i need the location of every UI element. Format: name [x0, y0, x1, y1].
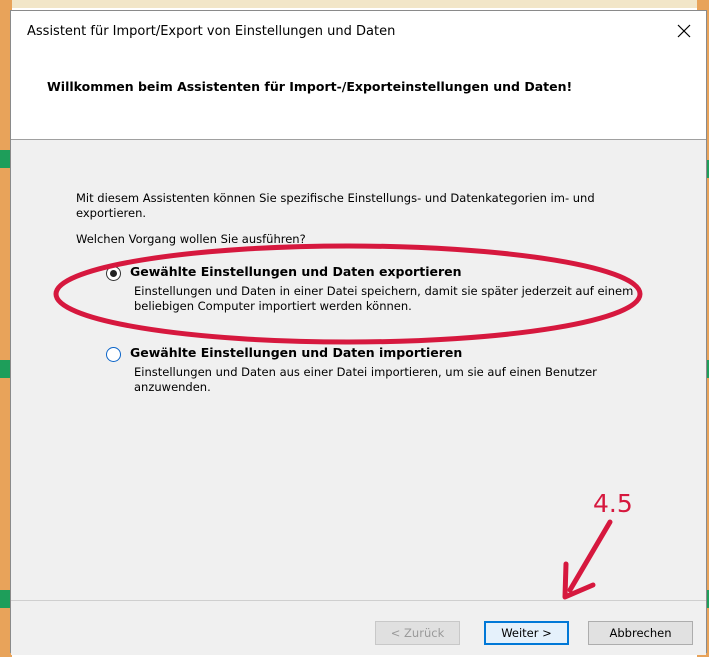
close-button[interactable]	[672, 19, 696, 43]
background-top	[0, 0, 709, 8]
export-option-label[interactable]: Gewählte Einstellungen und Daten exporti…	[130, 264, 462, 279]
wizard-header: Willkommen beim Assistenten für Import-/…	[11, 51, 706, 140]
export-option-description: Einstellungen und Daten in einer Datei s…	[134, 284, 634, 313]
next-button[interactable]: Weiter >	[484, 621, 569, 645]
close-icon	[677, 24, 691, 38]
wizard-content: Mit diesem Assistenten können Sie spezif…	[11, 140, 706, 600]
window-title: Assistent für Import/Export von Einstell…	[27, 24, 396, 39]
export-radio[interactable]	[106, 266, 121, 281]
header-title: Willkommen beim Assistenten für Import-/…	[47, 79, 573, 94]
question-text: Welchen Vorgang wollen Sie ausführen?	[76, 232, 306, 246]
title-bar: Assistent für Import/Export von Einstell…	[11, 11, 706, 51]
import-radio[interactable]	[106, 347, 121, 362]
import-option-description: Einstellungen und Daten aus einer Datei …	[134, 365, 597, 394]
cancel-button[interactable]: Abbrechen	[588, 621, 693, 645]
wizard-dialog: Assistent für Import/Export von Einstell…	[10, 10, 707, 655]
intro-text: Mit diesem Assistenten können Sie spezif…	[76, 191, 595, 220]
import-option-label[interactable]: Gewählte Einstellungen und Daten importi…	[130, 345, 462, 360]
back-button[interactable]: < Zurück	[375, 621, 460, 645]
wizard-footer: < Zurück Weiter > Abbrechen	[11, 600, 706, 655]
step-label: 4.5	[593, 489, 633, 518]
